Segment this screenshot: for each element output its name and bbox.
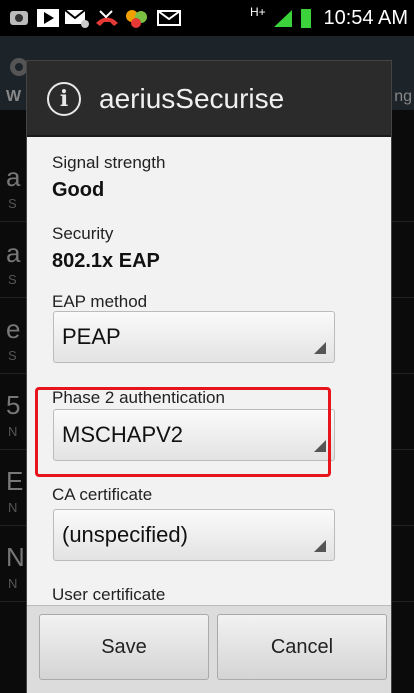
dropdown-arrow-icon [314, 342, 326, 354]
background-row-sub: N [8, 576, 18, 591]
eap-method-label: EAP method [52, 292, 148, 311]
save-button[interactable]: Save [39, 614, 209, 680]
background-row-letter: a [6, 238, 21, 268]
dropdown-arrow-icon [314, 540, 326, 552]
background-header-suffix: ng [394, 88, 412, 105]
background-row-letter: a [6, 162, 21, 192]
signal-icon [274, 10, 292, 27]
background-row-letter: N [6, 542, 25, 572]
info-icon: i [47, 82, 81, 116]
puzzle-icon [126, 10, 147, 28]
background-row-sub: S [8, 272, 17, 287]
security-value: 802.1x EAP [52, 250, 160, 272]
cancel-button[interactable]: Cancel [217, 614, 387, 680]
background-row-sub: S [8, 196, 17, 211]
background-row-sub: N [8, 500, 18, 515]
background-header-letter: W [6, 88, 22, 105]
highlight-box [35, 387, 331, 477]
dialog-title: aeriusSecurise [99, 83, 285, 114]
envelope-icon [157, 10, 181, 26]
eap-method-dropdown[interactable]: PEAP [53, 311, 335, 363]
clock: 10:54 AM [323, 7, 408, 29]
dialog-body[interactable]: Signal strength Good Security 802.1x EAP… [27, 139, 391, 605]
background-row-sub: S [8, 348, 17, 363]
ca-certificate-dropdown[interactable]: (unspecified) [53, 509, 335, 561]
network-type-label: H+ [250, 5, 266, 19]
ca-certificate-value: (unspecified) [62, 522, 188, 547]
dialog-title-bar: i aeriusSecurise [27, 61, 391, 137]
background-row-letter: 5 [6, 390, 21, 420]
dialog-button-bar: Save Cancel [27, 605, 391, 693]
security-label: Security [52, 224, 114, 243]
signal-strength-label: Signal strength [52, 153, 166, 172]
battery-icon [301, 9, 311, 28]
wifi-network-dialog: i aeriusSecurise Signal strength Good Se… [26, 60, 392, 693]
mail-settings-icon [64, 9, 89, 28]
background-row-sub: N [8, 424, 18, 439]
status-bar: H+ 10:54 AM [0, 0, 414, 36]
background-row-letter: E [6, 466, 24, 496]
ca-certificate-label: CA certificate [52, 485, 153, 504]
signal-strength-value: Good [52, 179, 105, 201]
settings-app-icon [10, 11, 28, 25]
missed-call-icon [96, 10, 118, 26]
play-store-icon [37, 9, 59, 27]
user-certificate-label: User certificate [52, 585, 166, 604]
background-row-letter: e [6, 314, 21, 344]
eap-method-value: PEAP [62, 324, 121, 349]
